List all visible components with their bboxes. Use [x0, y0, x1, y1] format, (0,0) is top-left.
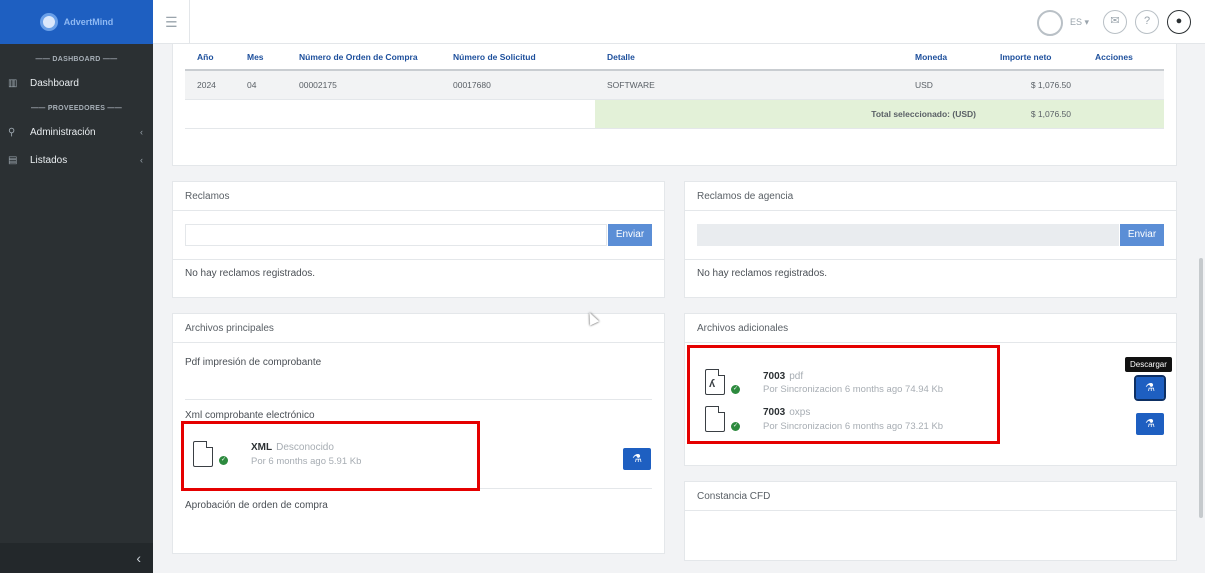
highlight-box	[181, 421, 480, 491]
aprobacion-label: Aprobación de orden de compra	[185, 500, 328, 511]
divider	[189, 0, 190, 44]
download-icon[interactable]: ⚗	[623, 448, 651, 470]
send-button[interactable]: Enviar	[608, 224, 652, 246]
table-header-row: Año Mes Número de Orden de Compra Número…	[185, 44, 1164, 71]
card-title: Reclamos de agencia	[685, 182, 1176, 211]
reclamos-agencia-card: Reclamos de agencia Enviar No hay reclam…	[684, 181, 1177, 298]
order-table-card: Año Mes Número de Orden de Compra Número…	[172, 44, 1177, 166]
card-title: Archivos adicionales	[685, 314, 1176, 343]
divider	[685, 259, 1176, 260]
help-icon[interactable]: ?	[1135, 10, 1159, 34]
hamburger-menu-icon[interactable]: ☰	[165, 14, 178, 31]
column-header: Mes	[235, 44, 287, 71]
empty-message: No hay reclamos registrados.	[697, 268, 828, 279]
xml-label: Xml comprobante electrónico	[185, 410, 315, 421]
table-total-row: Total seleccionado: (USD) $ 1,076.50	[185, 99, 1164, 129]
reclamo-input[interactable]	[185, 224, 607, 246]
divider	[185, 399, 652, 400]
total-label: Total seleccionado: (USD)	[595, 99, 988, 129]
sidebar-item-label: Listados	[30, 154, 68, 166]
order-table: Año Mes Número de Orden de Compra Número…	[185, 44, 1164, 129]
chevron-left-icon: ‹	[140, 127, 143, 137]
download-icon[interactable]: ⚗	[1134, 375, 1166, 401]
sidebar-item-label: Dashboard	[30, 77, 79, 89]
book-icon: ▥	[8, 77, 18, 89]
sidebar-item-listados[interactable]: ▤ Listados ‹	[0, 146, 153, 174]
column-header: Año	[185, 44, 235, 71]
empty-message: No hay reclamos registrados.	[185, 268, 316, 279]
table-cell: 00017680	[441, 70, 595, 100]
table-cell-empty	[1083, 99, 1164, 129]
brand-logo[interactable]: AdvertMind	[0, 0, 153, 44]
constancia-card: Constancia CFD	[684, 481, 1177, 561]
download-icon[interactable]: ⚗	[1136, 413, 1164, 435]
list-icon: ▤	[8, 154, 18, 166]
chevron-left-icon: ‹	[136, 550, 141, 566]
column-header: Moneda	[903, 44, 988, 71]
section-title-dashboard: —— DASHBOARD ——	[35, 56, 118, 63]
megaphone-icon[interactable]: ✉	[1103, 10, 1127, 34]
table-cell: $ 1,076.50	[988, 70, 1083, 100]
column-header: Detalle	[595, 44, 903, 71]
divider	[173, 259, 664, 260]
chevron-left-icon: ‹	[140, 155, 143, 165]
column-header: Acciones	[1083, 44, 1164, 71]
language-selector[interactable]: ES ▾	[1070, 17, 1089, 28]
user-icon[interactable]: ●	[1167, 10, 1191, 34]
logo-icon	[39, 13, 58, 31]
total-value: $ 1,076.50	[988, 99, 1083, 129]
send-button[interactable]: Enviar	[1120, 224, 1164, 246]
scrollbar-thumb[interactable]	[1199, 258, 1203, 518]
highlight-box	[687, 345, 1000, 444]
pdf-label: Pdf impresión de comprobante	[185, 357, 322, 368]
brand-name: AdvertMind	[63, 17, 114, 27]
sidebar-item-administracion[interactable]: ⚲ Administración ‹	[0, 118, 153, 146]
table-cell: SOFTWARE	[595, 70, 903, 100]
table-cell-empty	[185, 99, 595, 129]
column-header: Importe neto	[988, 44, 1083, 71]
globe-icon[interactable]	[1037, 10, 1063, 36]
reclamos-card: Reclamos Enviar No hay reclamos registra…	[172, 181, 665, 298]
sidebar-item-label: Administración	[30, 126, 96, 138]
table-cell: USD	[903, 70, 988, 100]
column-header: Número de Solicitud	[441, 44, 595, 71]
download-tooltip: Descargar	[1125, 357, 1172, 372]
reclamo-agencia-input[interactable]	[697, 224, 1119, 246]
table-cell	[1083, 70, 1164, 100]
table-cell: 00002175	[287, 70, 441, 100]
section-title-proveedores: —— PROVEEDORES ——	[30, 105, 123, 112]
card-title: Reclamos	[173, 182, 664, 211]
table-row[interactable]: 2024 04 00002175 00017680 SOFTWARE USD $…	[185, 70, 1164, 100]
sidebar-collapse-button[interactable]: ‹	[0, 543, 153, 573]
top-bar: ☰ ES ▾ ✉ ? ●	[153, 0, 1205, 44]
wrench-icon: ⚲	[8, 126, 16, 138]
sidebar: AdvertMind —— DASHBOARD —— ▥ Dashboard —…	[0, 0, 153, 573]
table-cell: 04	[235, 70, 287, 100]
column-header: Número de Orden de Compra	[287, 44, 441, 71]
sidebar-item-dashboard[interactable]: ▥ Dashboard	[0, 69, 153, 97]
card-title: Constancia CFD	[685, 482, 1176, 511]
table-cell: 2024	[185, 70, 235, 100]
